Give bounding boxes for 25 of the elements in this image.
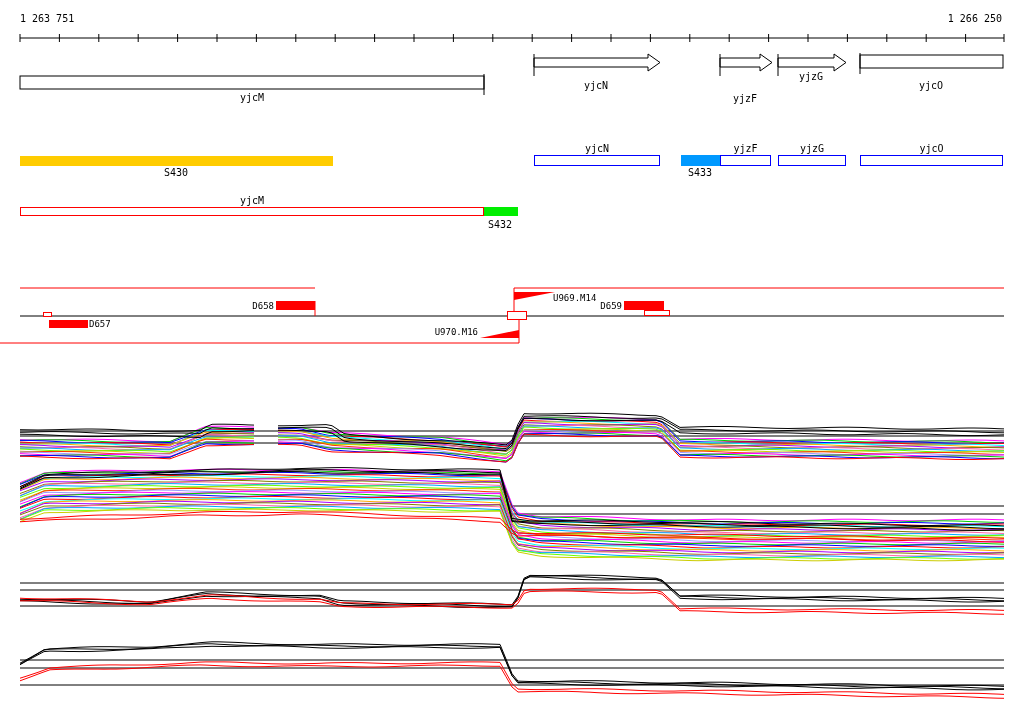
transcript-label: yjcN bbox=[584, 143, 610, 154]
transcript-label: yjzG bbox=[799, 143, 825, 154]
ruler-start-label: 1 263 751 bbox=[20, 13, 75, 24]
segment-label: S430 bbox=[163, 167, 189, 178]
gene-label: yjzG bbox=[798, 71, 824, 82]
promoter-label: U970.M16 bbox=[434, 327, 478, 337]
ruler-end-label: 1 266 250 bbox=[947, 13, 1002, 24]
promoter-label: D658 bbox=[252, 301, 274, 311]
transcript-label: yjcM bbox=[239, 195, 265, 206]
promoter-block bbox=[624, 301, 664, 310]
gene-arrow bbox=[719, 53, 773, 77]
promoter-label: U969.M14 bbox=[553, 293, 597, 303]
segment-label: S432 bbox=[487, 219, 513, 230]
promoter-label: D659 bbox=[600, 301, 622, 311]
promoter-block bbox=[49, 320, 88, 328]
gene-label: yjcM bbox=[239, 92, 265, 103]
gene-label: yjzF bbox=[732, 93, 758, 104]
gene-label: yjcN bbox=[583, 80, 609, 91]
transcript-label: yjcO bbox=[919, 143, 944, 154]
promoter-label: D657 bbox=[89, 319, 111, 329]
transcript-label: yjzF bbox=[733, 143, 758, 154]
marker-box bbox=[644, 310, 670, 316]
segment-label: S433 bbox=[687, 167, 713, 178]
marker-box bbox=[43, 312, 52, 317]
gene-label: yjcO bbox=[918, 80, 944, 91]
